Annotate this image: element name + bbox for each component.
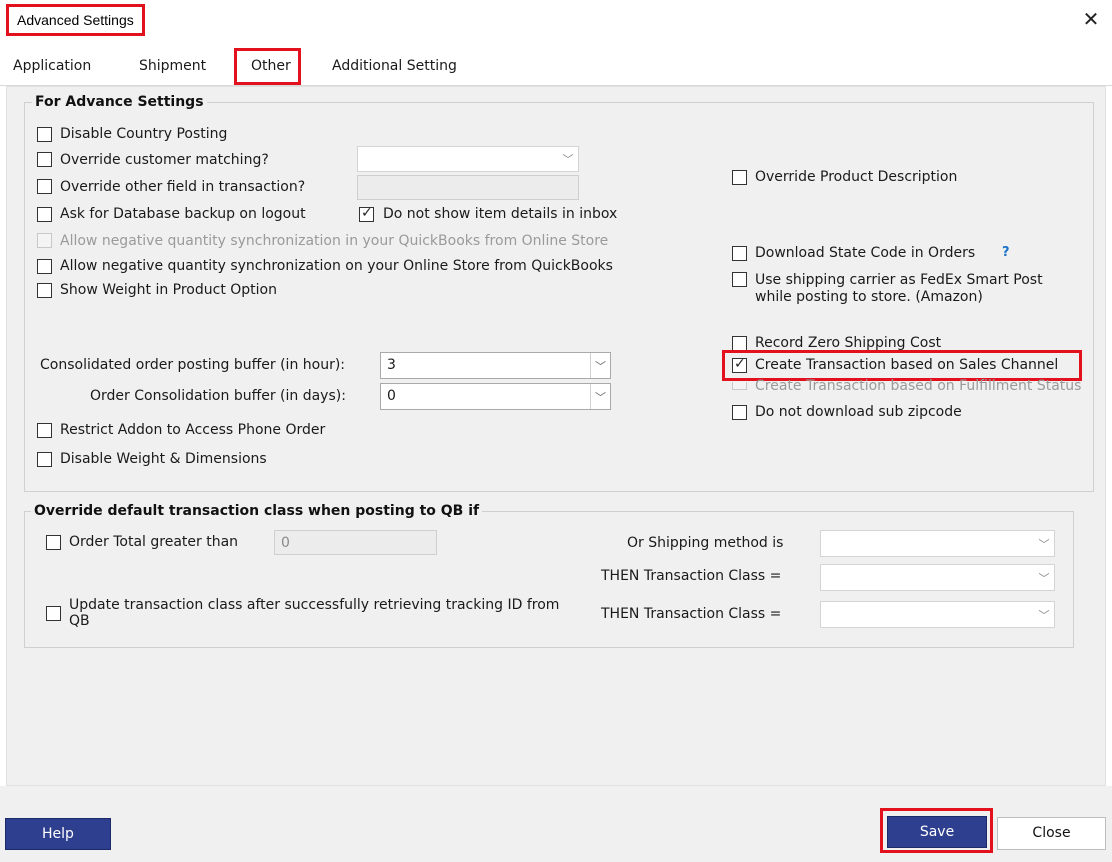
help-button[interactable]: Help [5,818,111,850]
show-weight-checkbox[interactable] [37,283,52,298]
close-button[interactable]: Close [997,817,1106,850]
show-weight-label: Show Weight in Product Option [60,282,277,298]
advance-settings-legend: For Advance Settings [32,94,207,110]
update-class-label-line2: QB [69,613,90,629]
help-icon[interactable]: ? [1002,245,1010,260]
consolidated-buffer-label: Consolidated order posting buffer (in ho… [40,357,346,373]
update-class-label-line1: Update transaction class after successfu… [69,597,560,613]
shipping-method-select[interactable]: ﹀ [820,530,1055,557]
use-shipping-carrier-checkbox[interactable] [732,272,747,287]
use-shipping-carrier-label-line2: while posting to store. (Amazon) [755,289,983,305]
shipping-method-label: Or Shipping method is [627,535,784,551]
override-product-desc-label: Override Product Description [755,169,958,185]
consolidated-buffer-select[interactable]: 3 ﹀ [380,352,611,379]
then-class-label-2: THEN Transaction Class = [601,606,782,622]
order-total-checkbox[interactable] [46,535,61,550]
chevron-down-icon: ﹀ [562,153,574,166]
close-icon[interactable]: ✕ [1078,6,1104,32]
override-product-desc-checkbox[interactable] [732,170,747,185]
record-zero-shipping-checkbox[interactable] [732,336,747,351]
restrict-addon-checkbox[interactable] [37,423,52,438]
allow-neg-store-checkbox[interactable] [37,259,52,274]
customer-matching-select[interactable]: ﹀ [357,146,579,172]
ask-db-backup-label: Ask for Database backup on logout [60,206,306,222]
order-consolidation-label: Order Consolidation buffer (in days): [90,388,346,404]
chevron-down-icon: ﹀ [590,384,610,409]
override-other-field-checkbox[interactable] [37,179,52,194]
tab-other-highlight [234,48,301,85]
chevron-down-icon: ﹀ [1038,608,1050,622]
override-class-legend: Override default transaction class when … [31,503,483,519]
allow-neg-store-label: Allow negative quantity synchronization … [60,258,613,274]
download-state-code-checkbox[interactable] [732,246,747,261]
create-tx-sales-channel-label: Create Transaction based on Sales Channe… [755,357,1059,373]
order-total-value: 0 [281,535,290,551]
do-not-show-item-details-checkbox[interactable] [359,205,374,222]
disable-country-posting-label: Disable Country Posting [60,126,228,142]
tab-additional-setting[interactable]: Additional Setting [332,58,457,74]
save-button[interactable]: Save [887,816,987,848]
record-zero-shipping-label: Record Zero Shipping Cost [755,335,942,351]
do-not-show-item-details-label: Do not show item details in inbox [383,206,618,222]
use-shipping-carrier-label-line1: Use shipping carrier as FedEx Smart Post [755,272,1043,288]
disable-country-posting-checkbox[interactable] [37,127,52,142]
override-customer-matching-label: Override customer matching? [60,152,269,168]
restrict-addon-label: Restrict Addon to Access Phone Order [60,422,326,438]
create-tx-fulfillment-checkbox [732,382,747,390]
window-title: Advanced Settings [6,4,145,36]
consolidated-buffer-value: 3 [387,357,396,373]
create-tx-fulfillment-label: Create Transaction based on Fulfillment … [755,378,1082,394]
then-class-label-1: THEN Transaction Class = [601,568,782,584]
order-consolidation-value: 0 [387,388,396,404]
chevron-down-icon: ﹀ [590,353,610,378]
no-sub-zipcode-label: Do not download sub zipcode [755,404,962,420]
order-total-input[interactable]: 0 [274,530,437,555]
disable-weight-dim-checkbox[interactable] [37,452,52,467]
chevron-down-icon: ﹀ [1038,571,1050,585]
then-class-select-2[interactable]: ﹀ [820,601,1055,628]
tab-application[interactable]: Application [13,58,91,74]
ask-db-backup-checkbox[interactable] [37,207,52,222]
disable-weight-dim-label: Disable Weight & Dimensions [60,451,267,467]
override-customer-matching-checkbox[interactable] [37,152,52,167]
other-field-input[interactable] [357,175,579,200]
download-state-code-label: Download State Code in Orders [755,245,976,261]
no-sub-zipcode-checkbox[interactable] [732,405,747,420]
allow-neg-qb-label: Allow negative quantity synchronization … [60,233,609,249]
then-class-select-1[interactable]: ﹀ [820,564,1055,591]
update-class-checkbox[interactable] [46,606,61,621]
allow-neg-qb-checkbox [37,233,52,248]
override-other-field-label: Override other field in transaction? [60,179,306,195]
order-consolidation-select[interactable]: 0 ﹀ [380,383,611,410]
create-tx-sales-channel-checkbox[interactable] [732,356,747,373]
title-bar [0,0,1112,42]
order-total-label: Order Total greater than [69,534,239,550]
tab-shipment[interactable]: Shipment [139,58,206,74]
chevron-down-icon: ﹀ [1038,537,1050,551]
